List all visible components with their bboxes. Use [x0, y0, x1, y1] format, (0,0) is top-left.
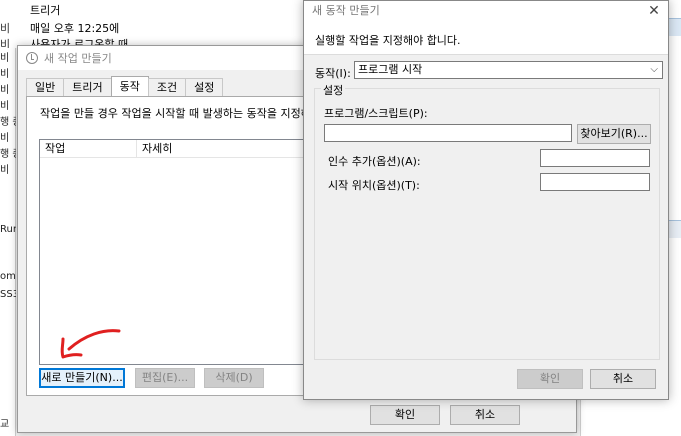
args-input[interactable]: [540, 149, 650, 167]
left-fragment: Run: [0, 224, 16, 235]
list-item[interactable]: 트리거: [0, 3, 320, 19]
tab-conditions[interactable]: 조건: [147, 78, 187, 96]
start-in-label: 시작 위치(옵션)(T):: [328, 179, 420, 192]
instruction-text: 실행할 작업을 지정해야 합니다.: [315, 34, 461, 47]
list-item-trigger: 트리거: [30, 4, 61, 17]
new-action-titlebar[interactable]: 새 동작 만들기 ✕: [304, 1, 668, 23]
left-fragment: 행 중: [0, 117, 16, 128]
action-select-value: 프로그램 시작: [358, 63, 423, 76]
new-action-dialog: 새 동작 만들기 ✕ 실행할 작업을 지정해야 합니다. 동작(I): 프로그램…: [303, 0, 669, 400]
settings-group-title: 설정: [321, 82, 346, 98]
left-fragment: 행 중: [0, 149, 16, 160]
tab-triggers[interactable]: 트리거: [63, 78, 112, 96]
instruction-panel: 실행할 작업을 지정해야 합니다.: [304, 23, 668, 55]
program-input[interactable]: [324, 124, 572, 142]
column-header-details[interactable]: 자세히: [137, 140, 172, 157]
action-cancel-button[interactable]: 취소: [590, 369, 656, 389]
trigger-list: 트리거 비 매일 오후 12:25에 비 사용자가 로그온할 때: [0, 0, 320, 51]
list-item[interactable]: 비 매일 오후 12:25에: [0, 21, 320, 37]
actions-description: 작업을 만들 경우 작업을 시작할 때 발생하는 동작을 지정해야: [40, 107, 321, 120]
edit-action-button[interactable]: 편집(E)...: [135, 368, 195, 388]
left-fragment: 비: [0, 85, 10, 96]
left-fragment: 교: [0, 419, 10, 430]
left-fragment: 비: [0, 69, 10, 80]
program-label: 프로그램/스크립트(P):: [324, 107, 428, 120]
tab-strip: 일반 트리거 동작 조건 설정: [26, 76, 224, 96]
left-fragment: 비: [0, 165, 10, 176]
left-pane-strip: 비 비 비 비 행 중 비 행 중 비 Run omp SS3 교: [0, 48, 16, 436]
delete-action-button[interactable]: 삭제(D): [204, 368, 264, 388]
close-icon[interactable]: ✕: [646, 3, 662, 19]
left-fragment: 비: [0, 101, 10, 112]
new-action-button[interactable]: 새로 만들기(N)...: [39, 368, 125, 388]
left-fragment: 비: [0, 53, 10, 64]
action-ok-button[interactable]: 확인: [517, 369, 583, 389]
column-header-action[interactable]: 작업: [40, 140, 137, 157]
tab-actions[interactable]: 동작: [110, 76, 149, 96]
args-label: 인수 추가(옵션)(A):: [328, 155, 421, 168]
ok-button[interactable]: 확인: [370, 405, 440, 425]
list-item-status: 비: [0, 22, 11, 35]
new-action-title: 새 동작 만들기: [312, 4, 380, 17]
settings-group: 설정 프로그램/스크립트(P): 찾아보기(R)... 인수 추가(옵션)(A)…: [314, 82, 660, 360]
list-item-trigger: 매일 오후 12:25에: [30, 22, 120, 35]
chevron-down-icon: ⌵: [650, 64, 658, 75]
start-in-input[interactable]: [540, 173, 650, 191]
tab-general[interactable]: 일반: [26, 78, 65, 96]
create-task-title: 새 작업 만들기: [44, 52, 112, 65]
left-fragment: 비: [0, 133, 10, 144]
left-fragment: omp: [0, 271, 16, 282]
browse-button[interactable]: 찾아보기(R)...: [577, 124, 651, 144]
cancel-button[interactable]: 취소: [450, 405, 520, 425]
action-select[interactable]: 프로그램 시작 ⌵: [354, 61, 663, 79]
tab-settings[interactable]: 설정: [185, 78, 224, 96]
red-arrow-annotation: [60, 329, 121, 359]
action-label: 동작(I):: [315, 67, 351, 80]
task-scheduler-icon: [26, 52, 38, 64]
left-fragment: SS3: [0, 289, 16, 300]
